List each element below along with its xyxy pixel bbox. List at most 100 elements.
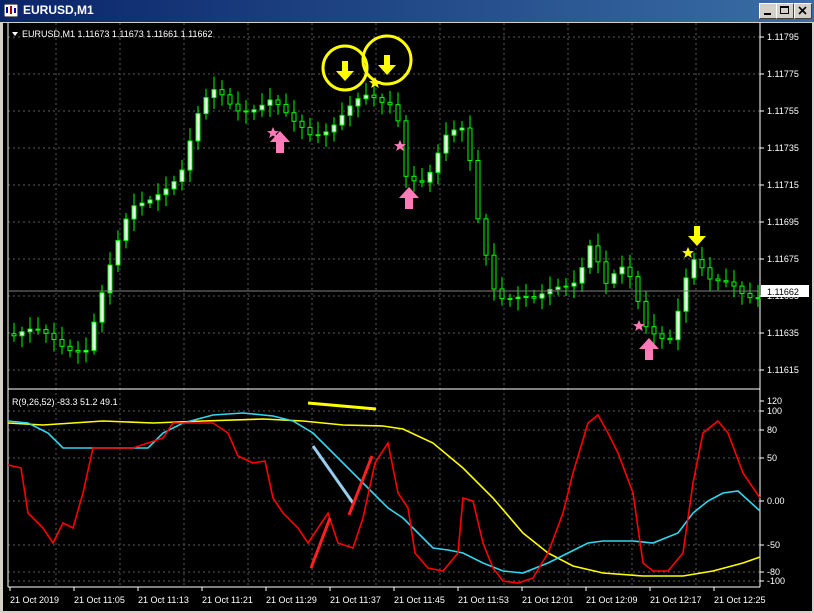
candle-body (43, 328, 49, 334)
candle-body (715, 278, 721, 282)
candle-body (259, 104, 265, 111)
candle-body (635, 276, 641, 302)
candle-body (179, 169, 185, 183)
indicator-header: R(9,26,52) -83.3 51.2 49.1 (12, 397, 118, 407)
candle-body (291, 112, 297, 122)
candle-body (475, 159, 481, 220)
candle-body (739, 285, 745, 294)
candle-body (347, 105, 353, 116)
candle-body (99, 292, 105, 323)
up-arrow-icon (639, 338, 659, 360)
close-icon (798, 6, 807, 15)
maximize-button[interactable] (776, 3, 794, 19)
level-label: 0.00 (767, 496, 785, 506)
candle-body (203, 97, 209, 115)
candle-body (579, 267, 585, 284)
candle-body (323, 131, 329, 136)
candle-body (275, 99, 281, 105)
candle-body (531, 296, 537, 299)
chart-annotations (267, 34, 706, 360)
candle-body (491, 254, 497, 290)
chart-area[interactable]: EURUSD,M1 1.11673 1.11673 1.11661 1.1166… (3, 23, 812, 611)
price-label: 1.11775 (767, 69, 799, 79)
candle-body (571, 282, 577, 287)
candle-body (299, 120, 305, 128)
annotation-line (347, 455, 374, 516)
candle-body (403, 120, 409, 177)
star-icon (682, 247, 694, 258)
candle-body (619, 266, 625, 275)
candle-body (427, 171, 433, 183)
chart-header: EURUSD,M1 1.11673 1.11673 1.11661 1.1166… (22, 29, 212, 39)
candle-body (355, 98, 361, 107)
candle-body (267, 99, 273, 106)
candle-body (139, 202, 145, 207)
window-title: EURUSD,M1 (23, 3, 94, 17)
candle-body (667, 337, 673, 341)
candle-body (147, 199, 153, 204)
annotation-line (311, 445, 355, 504)
price-label: 1.11695 (767, 217, 799, 227)
candle-body (19, 331, 25, 337)
candle-body (547, 288, 553, 295)
candle-body (235, 103, 241, 112)
candle-body (659, 333, 665, 339)
time-label: 21 Oct 12:25 (714, 595, 766, 605)
time-label: 21 Oct 11:05 (74, 595, 125, 605)
down-arrow-icon (688, 226, 706, 246)
candle-body (467, 127, 473, 161)
candle-body (187, 140, 193, 171)
candlestick-series (11, 76, 761, 364)
candle-body (115, 239, 121, 266)
chart-canvas[interactable]: EURUSD,M1 1.11673 1.11673 1.11661 1.1166… (3, 23, 812, 611)
close-button[interactable] (794, 3, 812, 19)
candle-body (331, 124, 337, 133)
candle-body (307, 126, 313, 136)
candle-body (603, 261, 609, 284)
candle-body (163, 188, 169, 196)
level-label: 80 (767, 425, 777, 435)
candle-body (755, 297, 761, 300)
candle-body (171, 181, 177, 190)
time-label: 21 Oct 12:01 (522, 595, 574, 605)
indicator-lines (7, 412, 761, 584)
candle-body (539, 293, 545, 299)
candle-body (675, 310, 681, 341)
candle-body (227, 94, 233, 105)
candle-body (643, 300, 649, 328)
time-label: 21 Oct 11:21 (202, 595, 253, 605)
candle-body (595, 245, 601, 263)
candle-body (27, 328, 33, 333)
price-label: 1.11635 (767, 328, 799, 338)
down-arrow-icon (378, 55, 396, 75)
indicator-line-yellow (7, 418, 761, 577)
candle-body (627, 266, 633, 278)
candle-body (75, 349, 81, 353)
candle-body (515, 296, 521, 300)
level-label: -50 (767, 540, 780, 550)
candle-body (107, 264, 113, 294)
star-icon (633, 320, 645, 331)
price-label: 1.11615 (767, 365, 799, 375)
candle-body (459, 127, 465, 131)
chart-header-arrow-icon[interactable] (12, 32, 18, 36)
minimize-icon (764, 13, 771, 15)
candle-body (371, 94, 377, 99)
current-price-label: 1.11662 (767, 287, 799, 297)
candle-body (747, 292, 753, 299)
candle-body (219, 89, 225, 96)
candle-body (723, 280, 729, 283)
candle-body (155, 194, 161, 201)
candle-body (379, 97, 385, 103)
time-label: 21 Oct 2019 (10, 595, 59, 605)
candle-body (35, 328, 41, 331)
time-label: 21 Oct 11:13 (138, 595, 189, 605)
time-label: 21 Oct 11:53 (458, 595, 509, 605)
candle-body (283, 103, 289, 114)
candle-body (363, 94, 369, 100)
candle-body (131, 205, 137, 220)
minimize-button[interactable] (759, 3, 777, 19)
candle-body (11, 333, 17, 337)
candle-body (243, 110, 249, 113)
candle-body (123, 218, 129, 241)
